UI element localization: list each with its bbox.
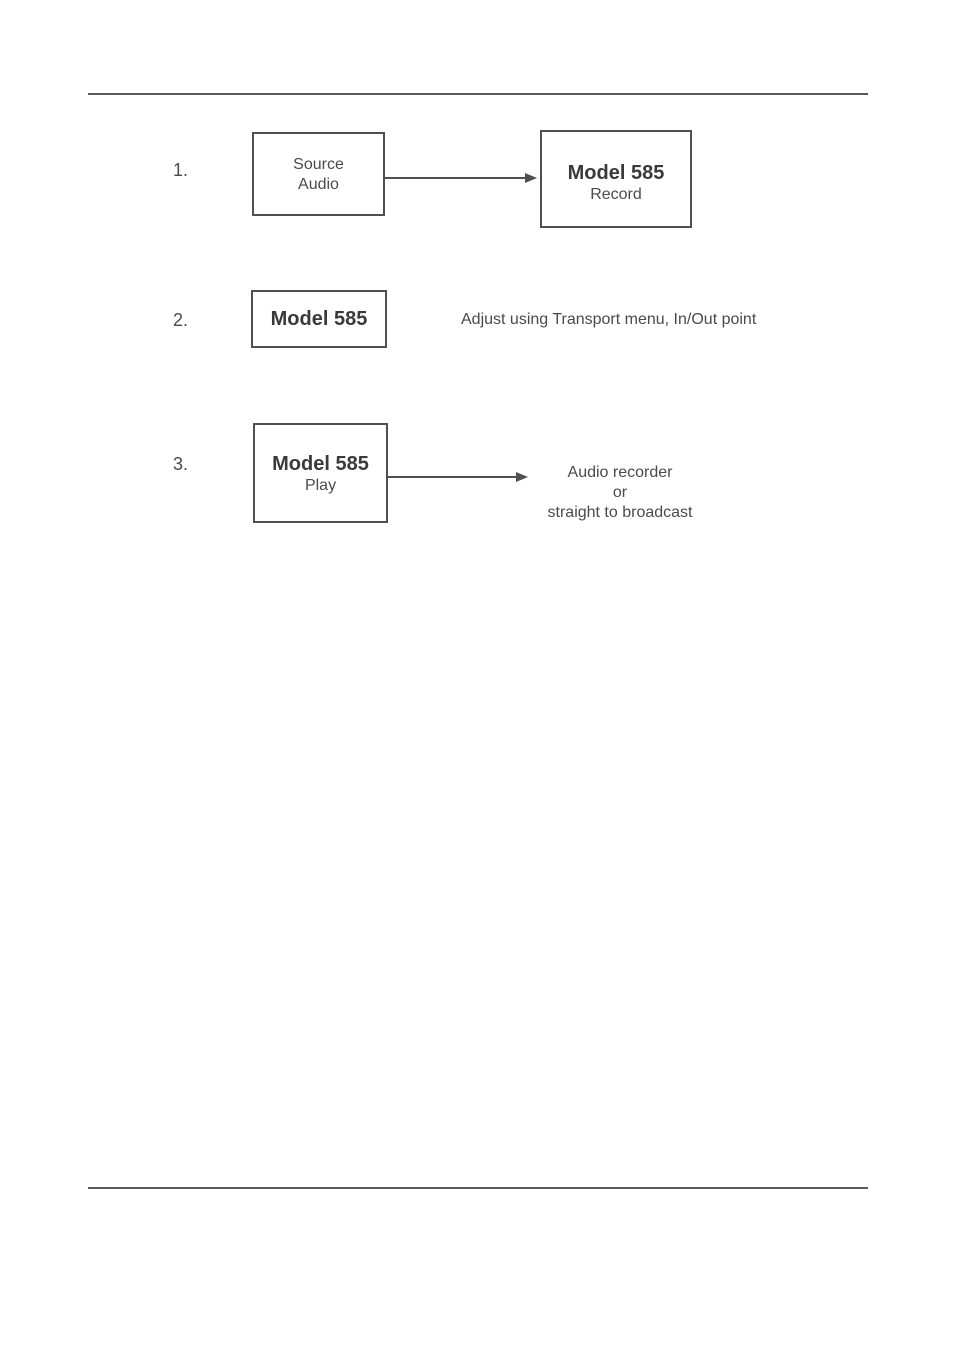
step2-model-title: Model 585 [271,308,368,330]
arrow-step3 [388,469,531,489]
step1-model-title: Model 585 [568,162,665,184]
step1-source-line1: Source [293,156,344,174]
step3-model585-box: Model 585 Play [253,423,388,523]
step3-text: Audio recorder or straight to broadcast [530,463,710,523]
step2-model585-box: Model 585 [251,290,387,348]
page: 1. Source Audio Model 585 Record 2. Mode… [0,0,954,1351]
step1-source-box: Source Audio [252,132,385,216]
rule-bottom [88,1187,868,1189]
step1-source-line2: Audio [298,176,339,194]
arrow-step1 [385,170,540,190]
step-2-number: 2. [173,310,188,331]
rule-top [88,93,868,95]
step1-model-sub: Record [590,186,642,204]
step2-text: Adjust using Transport menu, In/Out poin… [461,310,781,330]
step1-model585-box: Model 585 Record [540,130,692,228]
step3-model-title: Model 585 [272,453,369,475]
step-1-number: 1. [173,160,188,181]
step-3-number: 3. [173,454,188,475]
step3-model-sub: Play [305,477,336,495]
